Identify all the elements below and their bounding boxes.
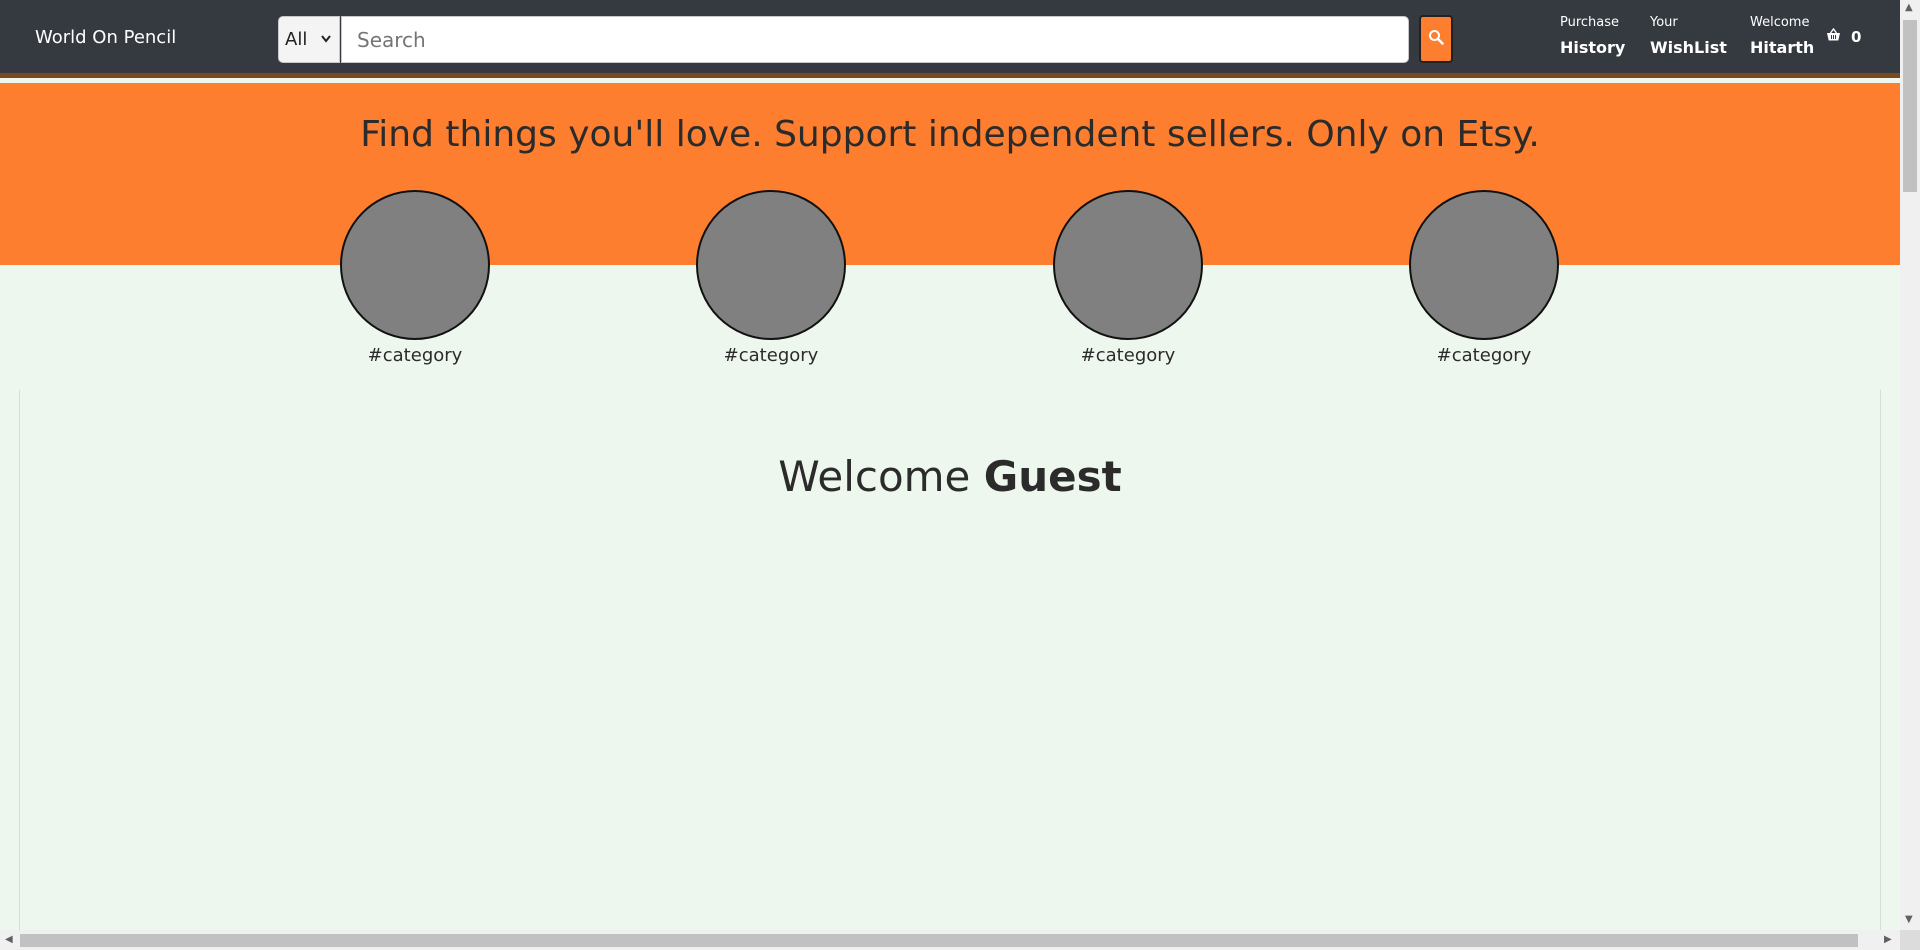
purchase-history-link[interactable]: Purchase History bbox=[1560, 15, 1625, 57]
wishlist-link[interactable]: Your WishList bbox=[1650, 15, 1727, 57]
brand-link[interactable]: World On Pencil bbox=[35, 27, 176, 48]
category-image bbox=[340, 190, 490, 340]
category-label: #category bbox=[1436, 345, 1532, 366]
purchase-history-big: History bbox=[1560, 38, 1626, 57]
welcome-user-name: Guest bbox=[983, 452, 1122, 501]
category-image bbox=[1053, 190, 1203, 340]
hero-tagline: Find things you'll love. Support indepen… bbox=[360, 114, 1540, 155]
basket-icon bbox=[1826, 27, 1841, 46]
search-button[interactable] bbox=[1419, 15, 1453, 63]
category-label: #category bbox=[367, 345, 463, 366]
horizontal-scrollbar[interactable]: ◀ ▶ bbox=[0, 930, 1900, 950]
category-image bbox=[696, 190, 846, 340]
category-image bbox=[1409, 190, 1559, 340]
horizontal-scrollbar-thumb[interactable] bbox=[20, 934, 1858, 947]
user-welcome-big: Hitarth bbox=[1750, 38, 1815, 57]
user-welcome-small: Welcome bbox=[1750, 15, 1810, 30]
category-label: #category bbox=[723, 345, 819, 366]
vertical-scrollbar[interactable]: ▲ ▼ bbox=[1900, 0, 1920, 930]
vertical-scrollbar-thumb[interactable] bbox=[1903, 20, 1917, 192]
cart-button[interactable]: 0 bbox=[1826, 27, 1862, 46]
category-label: #category bbox=[1080, 345, 1176, 366]
wishlist-big: WishList bbox=[1650, 38, 1727, 57]
hero-banner bbox=[0, 83, 1900, 265]
scroll-right-icon[interactable]: ▶ bbox=[1884, 934, 1892, 945]
welcome-heading: Welcome Guest bbox=[0, 452, 1900, 501]
welcome-prefix: Welcome bbox=[778, 452, 971, 501]
top-navbar: World On Pencil All Purchase History You… bbox=[0, 0, 1900, 78]
category-item[interactable]: #category bbox=[340, 190, 490, 366]
scroll-down-icon[interactable]: ▼ bbox=[1905, 914, 1913, 925]
scroll-up-icon[interactable]: ▲ bbox=[1905, 2, 1913, 13]
scroll-left-icon[interactable]: ◀ bbox=[5, 934, 13, 945]
scrollbar-corner bbox=[1900, 930, 1920, 950]
cart-count: 0 bbox=[1851, 28, 1862, 46]
category-item[interactable]: #category bbox=[1053, 190, 1203, 366]
category-item[interactable]: #category bbox=[1409, 190, 1559, 366]
category-item[interactable]: #category bbox=[696, 190, 846, 366]
category-select[interactable]: All bbox=[278, 16, 340, 63]
purchase-history-small: Purchase bbox=[1560, 15, 1620, 30]
user-welcome-link[interactable]: Welcome Hitarth bbox=[1750, 15, 1814, 57]
wishlist-small: Your bbox=[1650, 15, 1678, 30]
category-select-value: All bbox=[285, 29, 308, 50]
chevron-down-icon bbox=[320, 17, 332, 81]
search-input[interactable] bbox=[341, 16, 1409, 63]
search-icon bbox=[1428, 29, 1444, 49]
